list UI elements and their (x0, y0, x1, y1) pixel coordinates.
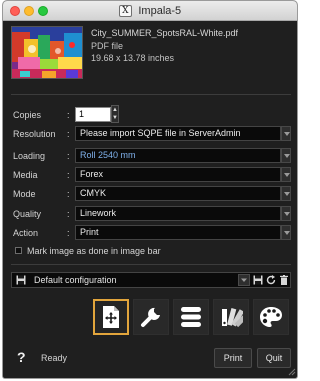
color-palette-button[interactable] (253, 299, 289, 335)
mode-colon: : (67, 189, 70, 199)
divider (11, 94, 291, 95)
resolution-dropdown-icon[interactable] (281, 126, 291, 141)
mode-dropdown-icon[interactable] (281, 186, 291, 201)
save-configuration-icon[interactable] (252, 274, 264, 286)
resize-grip-icon[interactable] (288, 368, 296, 376)
quality-colon: : (67, 209, 70, 219)
loading-dropdown-icon[interactable] (281, 148, 291, 163)
media-label: Media (13, 170, 38, 180)
stepper-down-icon[interactable]: ▼ (112, 114, 118, 122)
loading-label: Loading (13, 151, 46, 161)
palette-icon (260, 307, 282, 327)
media-colon: : (67, 170, 70, 180)
copies-stepper[interactable]: ▲ ▼ (111, 105, 119, 123)
swatches-icon (222, 308, 243, 328)
status-text: Ready (41, 353, 68, 363)
stack-icon (181, 307, 201, 327)
help-button[interactable]: ? (17, 349, 26, 365)
copies-colon: : (67, 110, 70, 120)
media-dropdown-icon[interactable] (281, 167, 291, 182)
loading-colon: : (67, 151, 70, 161)
resolution-select[interactable]: Please import SQPE file in ServerAdmin (75, 126, 281, 141)
print-button[interactable]: Print (214, 348, 252, 368)
divider (11, 264, 291, 265)
title-bar: X Impala-5 (3, 1, 297, 21)
quality-dropdown-icon[interactable] (281, 206, 291, 221)
action-select[interactable]: Print (75, 225, 281, 240)
file-name: City_SUMMER_SpotsRAL-White.pdf (91, 28, 239, 38)
mode-label: Mode (13, 189, 36, 199)
layout-icon (103, 306, 119, 328)
queue-button[interactable] (173, 299, 209, 335)
copies-input[interactable]: 1 (75, 107, 111, 122)
quality-label: Quality (13, 209, 42, 219)
action-colon: : (67, 228, 70, 238)
mark-image-checkbox[interactable] (15, 247, 22, 254)
wrench-icon (141, 307, 160, 327)
stepper-up-icon[interactable]: ▲ (112, 106, 118, 114)
mode-select[interactable]: CMYK (75, 186, 281, 201)
app-window: X Impala-5 City_SUMMER_SpotsRAL-White.pd… (2, 0, 298, 379)
quality-select[interactable]: Linework (75, 206, 281, 221)
window-title: Impala-5 (138, 5, 182, 17)
window-title-group: X Impala-5 (3, 5, 297, 17)
color-swatches-button[interactable] (213, 299, 249, 335)
configuration-name: Default configuration (34, 275, 117, 285)
action-dropdown-icon[interactable] (281, 225, 291, 240)
reload-configuration-icon[interactable] (265, 274, 277, 286)
file-dimensions: 19.68 x 13.78 inches (91, 53, 175, 63)
quit-button[interactable]: Quit (257, 348, 291, 368)
file-thumbnail (11, 26, 83, 79)
app-glyph-icon: X (118, 5, 132, 17)
settings-button[interactable] (133, 299, 169, 335)
copies-label: Copies (13, 110, 42, 120)
loading-select[interactable]: Roll 2540 mm (75, 148, 281, 163)
action-label: Action (13, 228, 39, 238)
configuration-selector[interactable]: Default configuration (11, 272, 291, 288)
mark-image-label: Mark image as done in image bar (27, 246, 161, 256)
file-type: PDF file (91, 41, 124, 51)
layout-button[interactable] (93, 299, 129, 335)
resolution-colon: : (67, 129, 70, 139)
media-select[interactable]: Forex (75, 167, 281, 182)
configuration-dropdown-icon[interactable] (238, 274, 250, 286)
delete-configuration-icon[interactable] (278, 274, 290, 286)
floppy-disk-icon (16, 275, 26, 285)
resolution-label: Resolution (13, 129, 56, 139)
